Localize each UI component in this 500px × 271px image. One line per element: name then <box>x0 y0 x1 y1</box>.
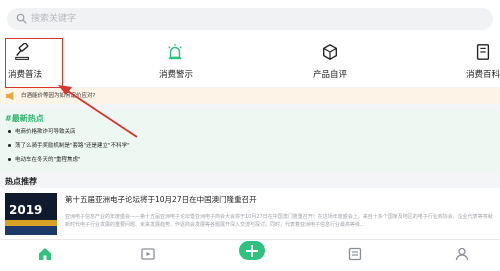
recommend-title: 热点推荐 <box>5 177 37 186</box>
category-label: 消费百科 <box>466 70 500 80</box>
news-thumbnail: 2019 <box>5 193 57 235</box>
topic-item[interactable]: 电动车在冬天的"重程焦虑" <box>8 156 81 164</box>
home-icon[interactable] <box>38 247 52 261</box>
megaphone-icon <box>5 91 14 101</box>
bullet-icon <box>8 130 11 133</box>
user-icon[interactable] <box>455 247 469 261</box>
box-icon <box>323 44 337 60</box>
topic-text: 荡了么骑手奖励机制是"套路"还是建立"不科学" <box>15 143 130 149</box>
highlight-box <box>5 38 63 88</box>
bullet-icon <box>8 144 11 147</box>
bottom-nav <box>0 239 500 271</box>
alarm-icon <box>168 43 182 60</box>
search-input[interactable]: 搜索关键字 <box>7 8 493 30</box>
notice-bar[interactable]: 白酒能价等因为如何定价应对? <box>0 88 500 104</box>
search-area: 搜索关键字 <box>0 0 500 36</box>
topic-item[interactable]: 荡了么骑手奖励机制是"套路"还是建立"不科学" <box>8 142 130 150</box>
bullet-icon <box>8 158 11 161</box>
category-label: 产品自评 <box>313 70 348 80</box>
book-icon <box>476 44 490 60</box>
topic-item[interactable]: 电商价格欺诈可导致关店 <box>8 128 76 136</box>
add-button[interactable] <box>239 241 265 260</box>
app-screen: 搜索关键字 消费普法 消费警示 产品自评 消费百科 白酒能价等因为如何定价应对?… <box>0 0 500 271</box>
category-encyclopedia[interactable]: 消费百科 <box>450 36 500 87</box>
category-product-review[interactable]: 产品自评 <box>300 36 360 87</box>
notice-text: 白酒能价等因为如何定价应对? <box>21 93 96 99</box>
news-title: 第十五届亚洲电子论坛将于10月27日在中国澳门隆重召开 <box>65 195 257 204</box>
category-consumer-warning[interactable]: 消费警示 <box>145 36 205 87</box>
news-description: 亚洲电子信息产业的年度盛会——第十五届亚洲电子论坛暨亚洲电子商会大会将于10月2… <box>65 214 493 228</box>
topic-text: 电动车在冬天的"重程焦虑" <box>15 157 81 163</box>
category-label: 消费警示 <box>159 70 194 80</box>
search-placeholder: 搜索关键字 <box>31 14 77 24</box>
hot-topics-title: #最新热点 <box>5 114 44 123</box>
thumb-text: 2019 <box>9 203 43 217</box>
thumb-footer <box>5 226 57 235</box>
search-icon <box>16 13 27 24</box>
topic-text: 电商价格欺诈可导致关店 <box>15 129 76 135</box>
news-card[interactable]: 2019 第十五届亚洲电子论坛将于10月27日在中国澳门隆重召开 亚洲电子信息产… <box>0 188 500 239</box>
news-icon[interactable] <box>348 247 362 261</box>
plus-icon <box>251 245 253 257</box>
category-row: 消费普法 消费警示 产品自评 消费百科 <box>0 36 500 87</box>
video-icon[interactable] <box>141 247 155 261</box>
hot-topics-panel: #最新热点 电商价格欺诈可导致关店 荡了么骑手奖励机制是"套路"还是建立"不科学… <box>0 110 500 172</box>
